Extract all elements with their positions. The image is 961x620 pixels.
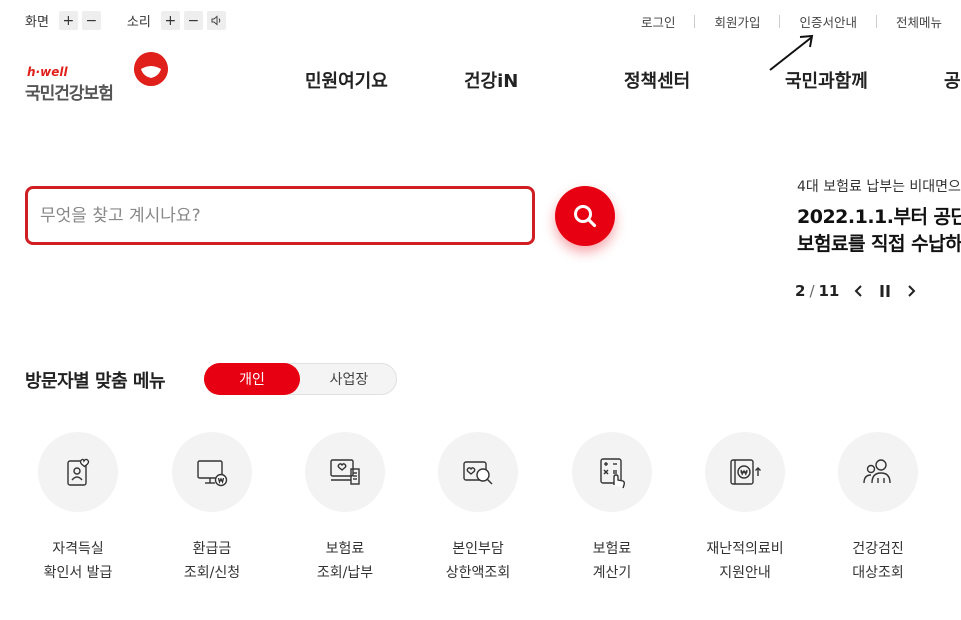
menu-label-line1: 건강검진	[852, 541, 904, 557]
pager-separator: /	[809, 282, 815, 300]
accessibility-controls: 화면 + − 소리 + −	[25, 11, 226, 30]
menu-label: 자격득실 확인서 발급	[23, 537, 133, 585]
menu-label-line2: 확인서 발급	[43, 565, 113, 581]
menu-label: 재난적의료비 지원안내	[690, 537, 800, 585]
sound-label: 소리	[126, 15, 151, 30]
menu-icon-circle	[838, 432, 918, 512]
pause-icon[interactable]	[879, 283, 891, 299]
speaker-icon[interactable]	[206, 11, 226, 30]
nav-policy-center[interactable]: 정책센터	[624, 67, 690, 93]
menu-label: 보험료 조회/납부	[290, 537, 400, 585]
menu-label: 보험료 계산기	[557, 537, 667, 585]
menu-label: 환급금 조회/신청	[157, 537, 267, 585]
utility-links: 로그인 회원가입 인증서안내 전체메뉴	[622, 12, 942, 31]
id-card-heart-icon	[67, 458, 90, 486]
menu-label-line1: 환급금	[192, 541, 232, 557]
menu-icon-circle	[438, 432, 518, 512]
tab-business[interactable]: 사업장	[301, 363, 397, 395]
menu-item-refund[interactable]: 환급금 조회/신청	[157, 432, 267, 585]
menu-icon-circle	[572, 432, 652, 512]
all-menu-link[interactable]: 전체메뉴	[877, 12, 942, 31]
menu-label-line2: 대상조회	[852, 565, 904, 581]
menu-label-line2: 계산기	[592, 565, 632, 581]
menu-icon-circle	[38, 432, 118, 512]
tab-personal[interactable]: 개인	[204, 363, 300, 395]
news-pager: 2 / 11	[795, 282, 917, 300]
menu-item-copay-limit[interactable]: 본인부담 상한액조회	[423, 432, 533, 585]
calculator-icon	[600, 458, 626, 489]
menu-label: 건강검진 대상조회	[823, 537, 933, 585]
search-input[interactable]	[40, 201, 510, 231]
volume-down-button[interactable]: −	[183, 11, 203, 30]
menu-label-line1: 보험료	[592, 541, 632, 557]
news-headline-line1: 2022.1.1.부터 공단 민	[797, 206, 961, 228]
main-navigation: 민원여기요 건강iN 정책센터 국민과함께 공	[0, 67, 961, 93]
screen-size-label: 화면	[25, 15, 49, 30]
next-icon[interactable]	[905, 283, 917, 299]
signup-link[interactable]: 회원가입	[695, 12, 779, 31]
prev-icon[interactable]	[853, 283, 865, 299]
pager-total: 11	[818, 282, 840, 300]
menu-label-line2: 조회/신청	[183, 565, 241, 581]
certificate-guide-link[interactable]: 인증서안내	[780, 12, 876, 31]
pager-current: 2	[795, 282, 806, 300]
nav-truncated-item[interactable]: 공	[944, 67, 961, 93]
volume-up-button[interactable]: +	[160, 11, 180, 30]
custom-menu-title: 방문자별 맞춤 메뉴	[25, 371, 166, 392]
nav-civil-service[interactable]: 민원여기요	[305, 67, 388, 93]
menu-label-line1: 본인부담	[452, 541, 504, 557]
menu-icon-circle	[305, 432, 385, 512]
menu-label-line2: 상한액조회	[445, 565, 511, 581]
news-headline-line2: 보험료를 직접 수납하	[797, 233, 961, 255]
menu-item-premium-calculator[interactable]: 보험료 계산기	[557, 432, 667, 585]
search-button[interactable]	[555, 186, 615, 246]
nav-with-citizens[interactable]: 국민과함께	[785, 67, 868, 93]
menu-label-line1: 보험료	[325, 541, 365, 557]
nav-health-in[interactable]: 건강iN	[464, 67, 518, 93]
menu-label-line2: 조회/납부	[316, 565, 374, 581]
menu-item-health-checkup[interactable]: 건강검진 대상조회	[823, 432, 933, 585]
search-box	[25, 186, 535, 245]
menu-item-catastrophic-medical[interactable]: 재난적의료비 지원안내	[690, 432, 800, 585]
people-icon	[863, 459, 891, 484]
bill-heart-icon	[330, 459, 360, 485]
screen-zoom-in-button[interactable]: +	[58, 11, 78, 30]
monitor-won-icon	[197, 460, 228, 487]
menu-label: 본인부담 상한액조회	[423, 537, 533, 585]
menu-icon-circle	[705, 432, 785, 512]
visitor-type-toggle: 개인 사업장	[204, 363, 397, 395]
menu-label-line1: 자격득실	[52, 541, 104, 557]
search-icon	[574, 205, 597, 228]
screen-zoom-out-button[interactable]: −	[81, 11, 101, 30]
menu-item-qualification[interactable]: 자격득실 확인서 발급	[23, 432, 133, 585]
news-subtitle: 4대 보험료 납부는 비대면으	[797, 179, 961, 195]
menu-icon-circle	[172, 432, 252, 512]
news-banner[interactable]: 4대 보험료 납부는 비대면으 2022.1.1.부터 공단 민 보험료를 직접…	[797, 176, 961, 258]
menu-label-line1: 재난적의료비	[706, 541, 784, 557]
won-book-icon	[730, 459, 761, 485]
menu-item-premium-payment[interactable]: 보험료 조회/납부	[290, 432, 400, 585]
login-link[interactable]: 로그인	[622, 12, 695, 31]
menu-label-line2: 지원안내	[719, 565, 771, 581]
heart-search-icon	[463, 461, 493, 485]
